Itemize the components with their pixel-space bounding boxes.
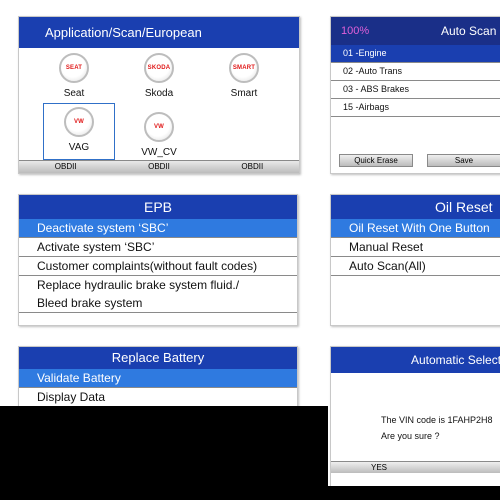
yes-button[interactable]: YES (331, 461, 500, 473)
panel-title: Oil Reset (331, 195, 500, 219)
scan-row[interactable]: 15 -Airbags (331, 99, 500, 117)
menu-item[interactable]: Activate system ‘SBC’ (19, 238, 297, 257)
brand-smart[interactable]: SMART Smart (209, 53, 279, 99)
replace-battery-panel: Replace Battery Validate Battery Display… (18, 346, 298, 408)
seat-logo-icon: SEAT (59, 53, 89, 83)
menu-item-multiline[interactable]: Replace hydraulic brake system fluid./ B… (19, 276, 297, 313)
obd-tab[interactable]: OBDII (112, 161, 205, 173)
quick-erase-button[interactable]: Quick Erase (339, 154, 413, 167)
panel-title: EPB (19, 195, 297, 219)
brand-label: Seat (63, 88, 85, 99)
menu-item-line: Replace hydraulic brake system fluid./ (37, 278, 240, 292)
smart-logo-icon: SMART (229, 53, 259, 83)
menu-item-line: Bleed brake system (37, 296, 143, 310)
skoda-logo-icon: SKODA (144, 53, 174, 83)
menu-item[interactable]: Deactivate system ‘SBC’ (19, 219, 297, 238)
vin-message: The VIN code is 1FAHP2H8 (381, 415, 493, 425)
black-overlay (0, 406, 328, 500)
epb-panel: EPB Deactivate system ‘SBC’ Activate sys… (18, 194, 298, 326)
application-scan-european-panel: Application/Scan/European SEAT Seat SKOD… (18, 16, 300, 174)
brand-vw-cv[interactable]: VW VW_CV (124, 112, 194, 158)
panel-title: Replace Battery (19, 347, 297, 369)
menu-item[interactable]: Customer complaints(without fault codes) (19, 257, 297, 276)
panel-title: Auto Scan (441, 24, 497, 38)
obd-tab[interactable]: OBDII (19, 161, 112, 173)
auto-scan-header: 100% Auto Scan (331, 17, 500, 45)
obd-tab-bar: OBDII OBDII OBDII (19, 160, 299, 173)
auto-scan-panel: 100% Auto Scan 01 -Engine 02 -Auto Trans… (330, 16, 500, 174)
menu-item[interactable]: Oil Reset With One Button (331, 219, 500, 238)
black-overlay (328, 486, 500, 500)
brand-skoda[interactable]: SKODA Skoda (124, 53, 194, 99)
menu-item[interactable]: Display Data (19, 388, 297, 407)
brand-label: Smart (230, 88, 258, 99)
brand-label: VAG (68, 142, 90, 153)
vw-logo-icon: VW (64, 107, 94, 137)
vw-logo-icon: VW (144, 112, 174, 142)
brand-vag[interactable]: VW VAG (43, 103, 115, 160)
menu-item[interactable]: Manual Reset (331, 238, 500, 257)
brand-label: VW_CV (141, 147, 177, 158)
oil-reset-panel: Oil Reset Oil Reset With One Button Manu… (330, 194, 500, 326)
scan-row[interactable]: 03 - ABS Brakes (331, 81, 500, 99)
scan-row[interactable]: 02 -Auto Trans (331, 63, 500, 81)
menu-item[interactable]: Auto Scan(All) (331, 257, 500, 276)
brand-label: Skoda (144, 88, 174, 99)
progress-percent: 100% (341, 25, 370, 37)
panel-title: Automatic Selection (331, 347, 500, 373)
obd-tab[interactable]: OBDII (206, 161, 299, 173)
menu-item[interactable]: Validate Battery (19, 369, 297, 388)
scan-row[interactable]: 01 -Engine (331, 45, 500, 63)
confirm-message: Are you sure ? (381, 431, 440, 441)
automatic-selection-panel: Automatic Selection The VIN code is 1FAH… (330, 346, 500, 488)
brand-seat[interactable]: SEAT Seat (39, 53, 109, 99)
panel-title: Application/Scan/European (19, 17, 299, 48)
save-button[interactable]: Save (427, 154, 500, 167)
